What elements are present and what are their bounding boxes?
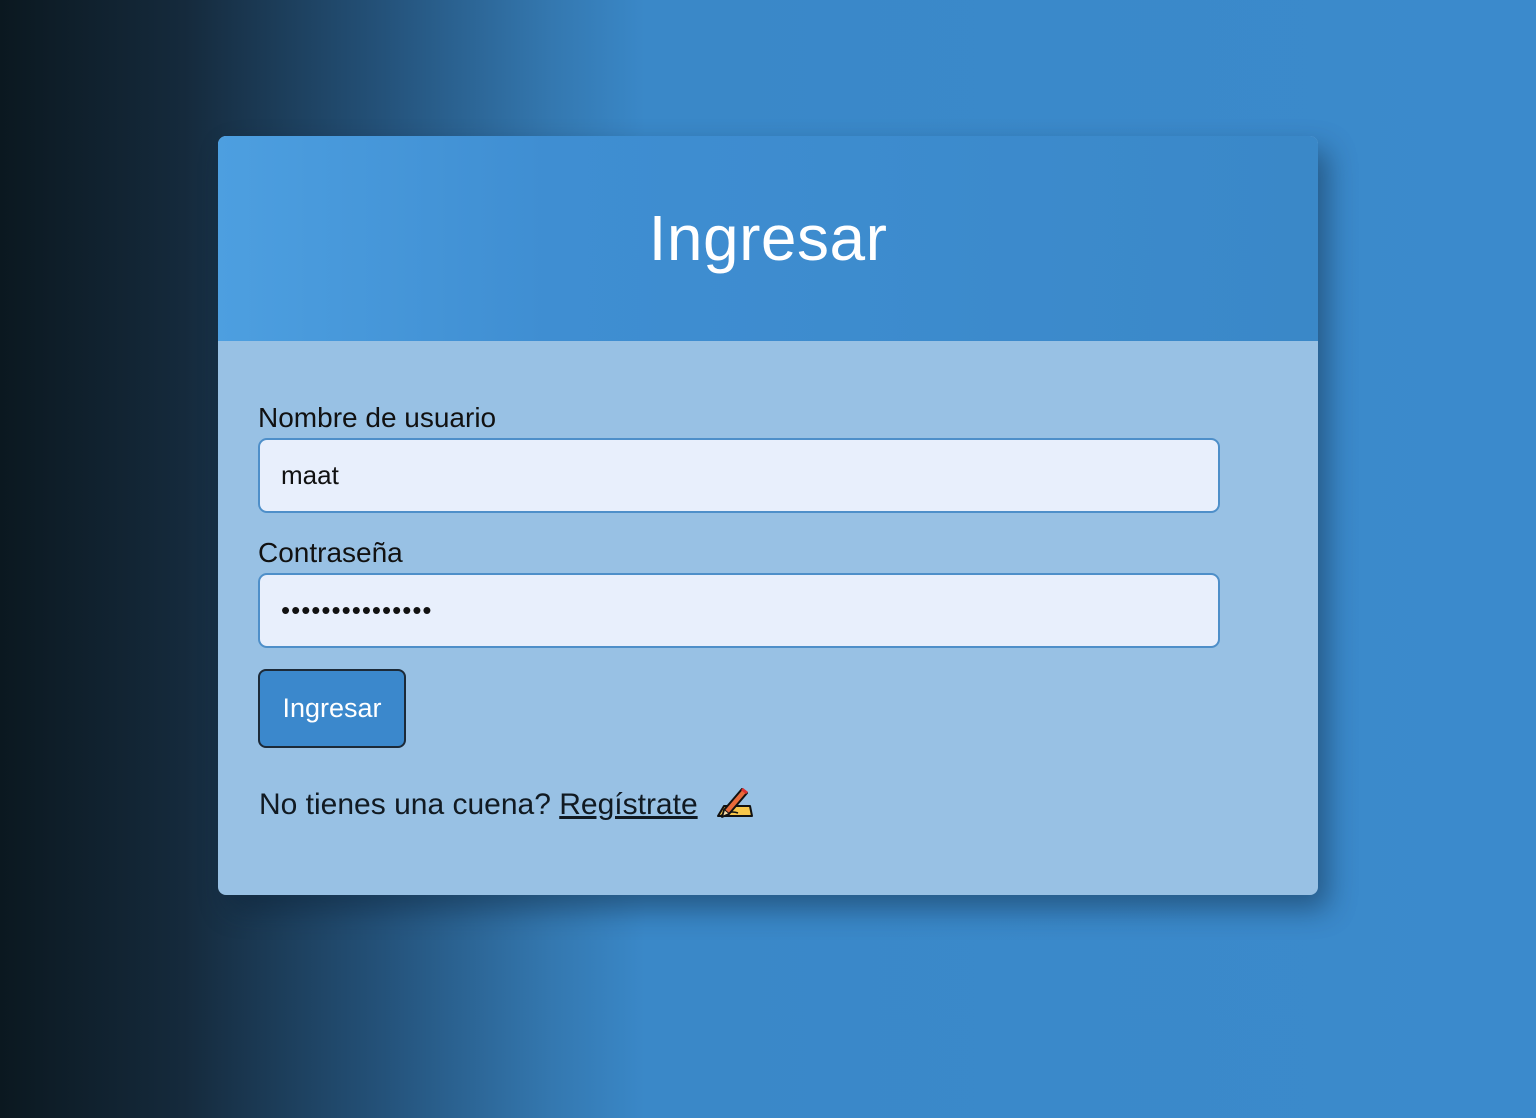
password-input[interactable]: [258, 573, 1220, 648]
register-prompt-line: No tienes una cuena? Regístrate: [259, 786, 754, 822]
password-label: Contraseña: [258, 537, 403, 568]
register-prompt-text: No tienes una cuena?: [259, 788, 551, 821]
login-button[interactable]: Ingresar: [258, 669, 406, 748]
login-card: Ingresar Nombre de usuario Contraseña In…: [218, 136, 1318, 895]
register-link[interactable]: Regístrate: [559, 788, 697, 821]
username-input[interactable]: [258, 438, 1220, 513]
writing-hand-icon: [716, 786, 754, 820]
card-header: Ingresar: [218, 136, 1318, 341]
username-label: Nombre de usuario: [258, 402, 497, 433]
page-title: Ingresar: [648, 201, 888, 274]
